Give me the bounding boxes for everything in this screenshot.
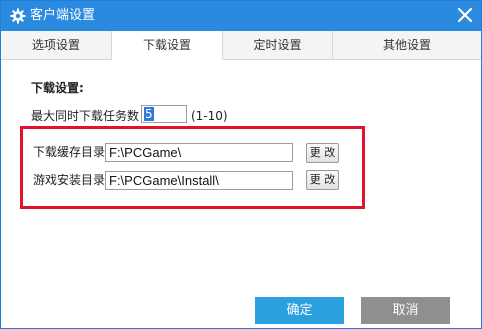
window-title: 客户端设置	[30, 8, 96, 23]
ok-button[interactable]: 确定	[255, 297, 344, 324]
max-tasks-input[interactable]: 5	[141, 105, 187, 123]
tab-download[interactable]: 下载设置	[112, 31, 223, 60]
install-dir-change-button[interactable]: 更 改	[306, 170, 339, 190]
gear-icon	[10, 8, 26, 24]
title-bar[interactable]: 客户端设置	[1, 1, 481, 31]
cancel-button[interactable]: 取消	[361, 297, 450, 324]
max-tasks-range: (1-10)	[191, 109, 228, 123]
install-dir-input[interactable]: F:\PCGame\Install\	[105, 171, 293, 190]
highlight-box	[20, 126, 365, 209]
section-title: 下载设置:	[31, 81, 84, 95]
settings-dialog: 客户端设置 选项设置 下载设置 定时设置 其他设置 下载设置: 最大同时下载任务…	[0, 0, 482, 329]
max-tasks-value: 5	[144, 107, 154, 121]
cache-dir-change-button[interactable]: 更 改	[306, 143, 339, 163]
tab-other[interactable]: 其他设置	[333, 31, 481, 59]
max-tasks-label: 最大同时下载任务数：	[31, 109, 152, 123]
tab-bar: 选项设置 下载设置 定时设置 其他设置	[1, 31, 481, 60]
close-icon[interactable]	[455, 5, 475, 25]
cache-dir-input[interactable]: F:\PCGame\	[105, 143, 293, 162]
tab-schedule[interactable]: 定时设置	[223, 31, 333, 59]
tab-options[interactable]: 选项设置	[1, 31, 112, 59]
